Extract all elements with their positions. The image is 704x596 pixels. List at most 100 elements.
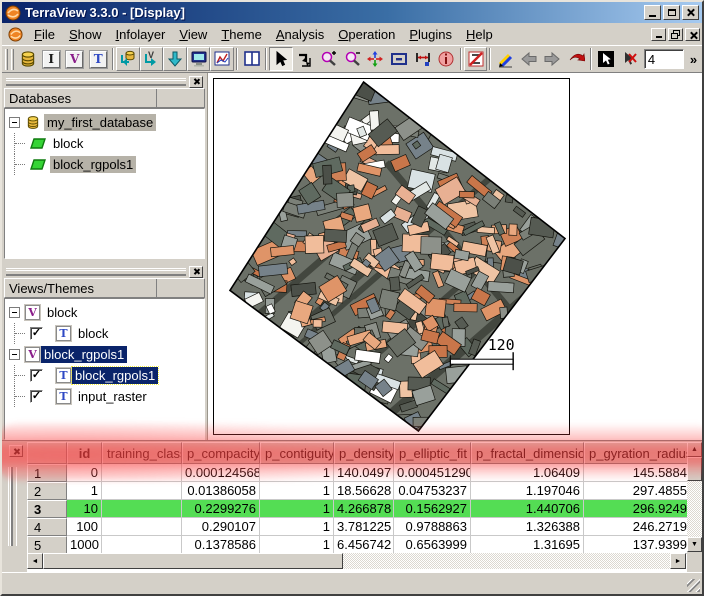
- row-number[interactable]: 5: [27, 536, 67, 554]
- databases-panel-close-button[interactable]: [189, 76, 203, 88]
- menu-analysis[interactable]: Analysis: [269, 24, 331, 45]
- collapse-icon[interactable]: [9, 307, 20, 318]
- cell-id[interactable]: 1: [67, 482, 102, 500]
- cell-p-gyration-radius[interactable]: 145.5884: [584, 464, 687, 482]
- cell-p-density[interactable]: 140.0497: [334, 464, 394, 482]
- column-header-id[interactable]: id: [67, 442, 102, 464]
- scroll-left-button[interactable]: ◄: [27, 553, 43, 569]
- pointer-tool-button[interactable]: [269, 47, 293, 71]
- next-display-button[interactable]: [541, 47, 565, 71]
- menu-show[interactable]: Show: [62, 24, 109, 45]
- cell-p-contiguity[interactable]: 1: [260, 536, 334, 554]
- graphic-window-button[interactable]: [210, 47, 234, 71]
- cell-p-elliptic-fit[interactable]: 0.04753237: [394, 482, 471, 500]
- minimize-button[interactable]: [644, 5, 661, 20]
- vertical-scrollbar[interactable]: ▲ ▼: [687, 442, 702, 552]
- menu-operation[interactable]: Operation: [331, 24, 402, 45]
- cell-training-class[interactable]: [102, 500, 182, 518]
- column-header-training-class[interactable]: training_class: [102, 442, 182, 464]
- row-number[interactable]: 3: [27, 500, 67, 518]
- row-number[interactable]: 4: [27, 518, 67, 536]
- distance-button[interactable]: [411, 47, 435, 71]
- display-area[interactable]: 120: [207, 73, 702, 440]
- display-window-button[interactable]: [187, 47, 211, 71]
- cell-p-elliptic-fit[interactable]: 0.9788863: [394, 518, 471, 536]
- layer-label[interactable]: block: [50, 135, 86, 152]
- collapse-icon[interactable]: [9, 117, 20, 128]
- cell-p-fractal-dimension[interactable]: 1.197046: [471, 482, 584, 500]
- theme-label[interactable]: block: [75, 325, 111, 342]
- tree-item-view[interactable]: V block_rgpols1: [7, 344, 204, 365]
- pan-button[interactable]: [364, 47, 388, 71]
- menu-theme[interactable]: Theme: [214, 24, 268, 45]
- zoom-out-button[interactable]: [340, 47, 364, 71]
- info-button[interactable]: [434, 47, 458, 71]
- vertical-scroll-thumb[interactable]: [687, 457, 702, 481]
- tile-windows-button[interactable]: [240, 47, 264, 71]
- cell-p-fractal-dimension[interactable]: 1.326388: [471, 518, 584, 536]
- select-objects-button[interactable]: [594, 47, 618, 71]
- cell-id[interactable]: 1000: [67, 536, 102, 554]
- cell-p-elliptic-fit[interactable]: 0.0004512905: [394, 464, 471, 482]
- infolayer-button[interactable]: I: [39, 47, 63, 71]
- add-theme-button[interactable]: [163, 47, 187, 71]
- title-bar[interactable]: TerraView 3.3.0 - [Display]: [2, 2, 702, 23]
- undo-button[interactable]: [564, 47, 588, 71]
- tree-item-view[interactable]: V block: [7, 302, 204, 323]
- view-label[interactable]: block: [44, 304, 80, 321]
- previous-display-button[interactable]: [517, 47, 541, 71]
- cell-training-class[interactable]: [102, 536, 182, 554]
- toolbar-grip[interactable]: [11, 49, 14, 70]
- cell-p-density[interactable]: 4.266878: [334, 500, 394, 518]
- cell-training-class[interactable]: [102, 464, 182, 482]
- zoom-in-button[interactable]: [317, 47, 341, 71]
- tree-item-database[interactable]: my_first_database: [7, 112, 204, 133]
- horizontal-scroll-thumb[interactable]: [43, 553, 343, 569]
- cell-p-contiguity[interactable]: 1: [260, 500, 334, 518]
- cell-p-compacity[interactable]: 0.290107: [182, 518, 260, 536]
- cell-p-contiguity[interactable]: 1: [260, 464, 334, 482]
- menu-view[interactable]: View: [172, 24, 214, 45]
- database-label[interactable]: my_first_database: [44, 114, 156, 131]
- row-number[interactable]: 2: [27, 482, 67, 500]
- cell-p-compacity[interactable]: 0.1378586: [182, 536, 260, 554]
- menu-infolayer[interactable]: Infolayer: [109, 24, 173, 45]
- import-data-button[interactable]: [116, 47, 140, 71]
- views-panel-close-button[interactable]: [189, 266, 203, 278]
- column-header-p-contiguity[interactable]: p_contiguity: [260, 442, 334, 464]
- horizontal-scrollbar[interactable]: ◄ ►: [27, 553, 686, 569]
- more-tools-chevron[interactable]: »: [687, 52, 700, 67]
- menu-help[interactable]: Help: [459, 24, 500, 45]
- tree-item-theme[interactable]: ✓ T input_raster: [7, 386, 204, 407]
- theme-label[interactable]: block_rgpols1: [72, 367, 158, 384]
- scroll-right-button[interactable]: ►: [670, 553, 686, 569]
- tree-item-layer[interactable]: block_rgpols1: [7, 154, 204, 175]
- column-header-p-fractal-dimension[interactable]: p_fractal_dimension: [471, 442, 584, 464]
- table-close-button[interactable]: [9, 445, 23, 457]
- cell-p-gyration-radius[interactable]: 246.2719: [584, 518, 687, 536]
- scroll-up-button[interactable]: ▲: [687, 442, 702, 457]
- column-header-p-elliptic-fit[interactable]: p_elliptic_fit: [394, 442, 471, 464]
- cell-training-class[interactable]: [102, 482, 182, 500]
- cell-p-fractal-dimension[interactable]: 1.31695: [471, 536, 584, 554]
- scale-input[interactable]: [644, 49, 684, 69]
- cell-p-compacity[interactable]: 0.0001245684: [182, 464, 260, 482]
- views-panel-grip[interactable]: [4, 265, 205, 278]
- cell-p-elliptic-fit[interactable]: 0.1562927: [394, 500, 471, 518]
- cell-p-fractal-dimension[interactable]: 1.06409: [471, 464, 584, 482]
- cell-p-density[interactable]: 6.456742: [334, 536, 394, 554]
- cell-p-compacity[interactable]: 0.2299276: [182, 500, 260, 518]
- cell-p-contiguity[interactable]: 1: [260, 518, 334, 536]
- cell-p-compacity[interactable]: 0.01386058: [182, 482, 260, 500]
- cell-p-fractal-dimension[interactable]: 1.440706: [471, 500, 584, 518]
- cell-p-elliptic-fit[interactable]: 0.6563999: [394, 536, 471, 554]
- cell-training-class[interactable]: [102, 518, 182, 536]
- map-canvas[interactable]: 120: [213, 78, 570, 435]
- row-number[interactable]: 1: [27, 464, 67, 482]
- layer-label[interactable]: block_rgpols1: [50, 156, 136, 173]
- cell-p-density[interactable]: 3.781225: [334, 518, 394, 536]
- cell-id[interactable]: 10: [67, 500, 102, 518]
- column-header-p-compacity[interactable]: p_compacity: [182, 442, 260, 464]
- column-header-p-gyration-radius[interactable]: p_gyration_radius: [584, 442, 687, 464]
- add-view-button[interactable]: V: [140, 47, 164, 71]
